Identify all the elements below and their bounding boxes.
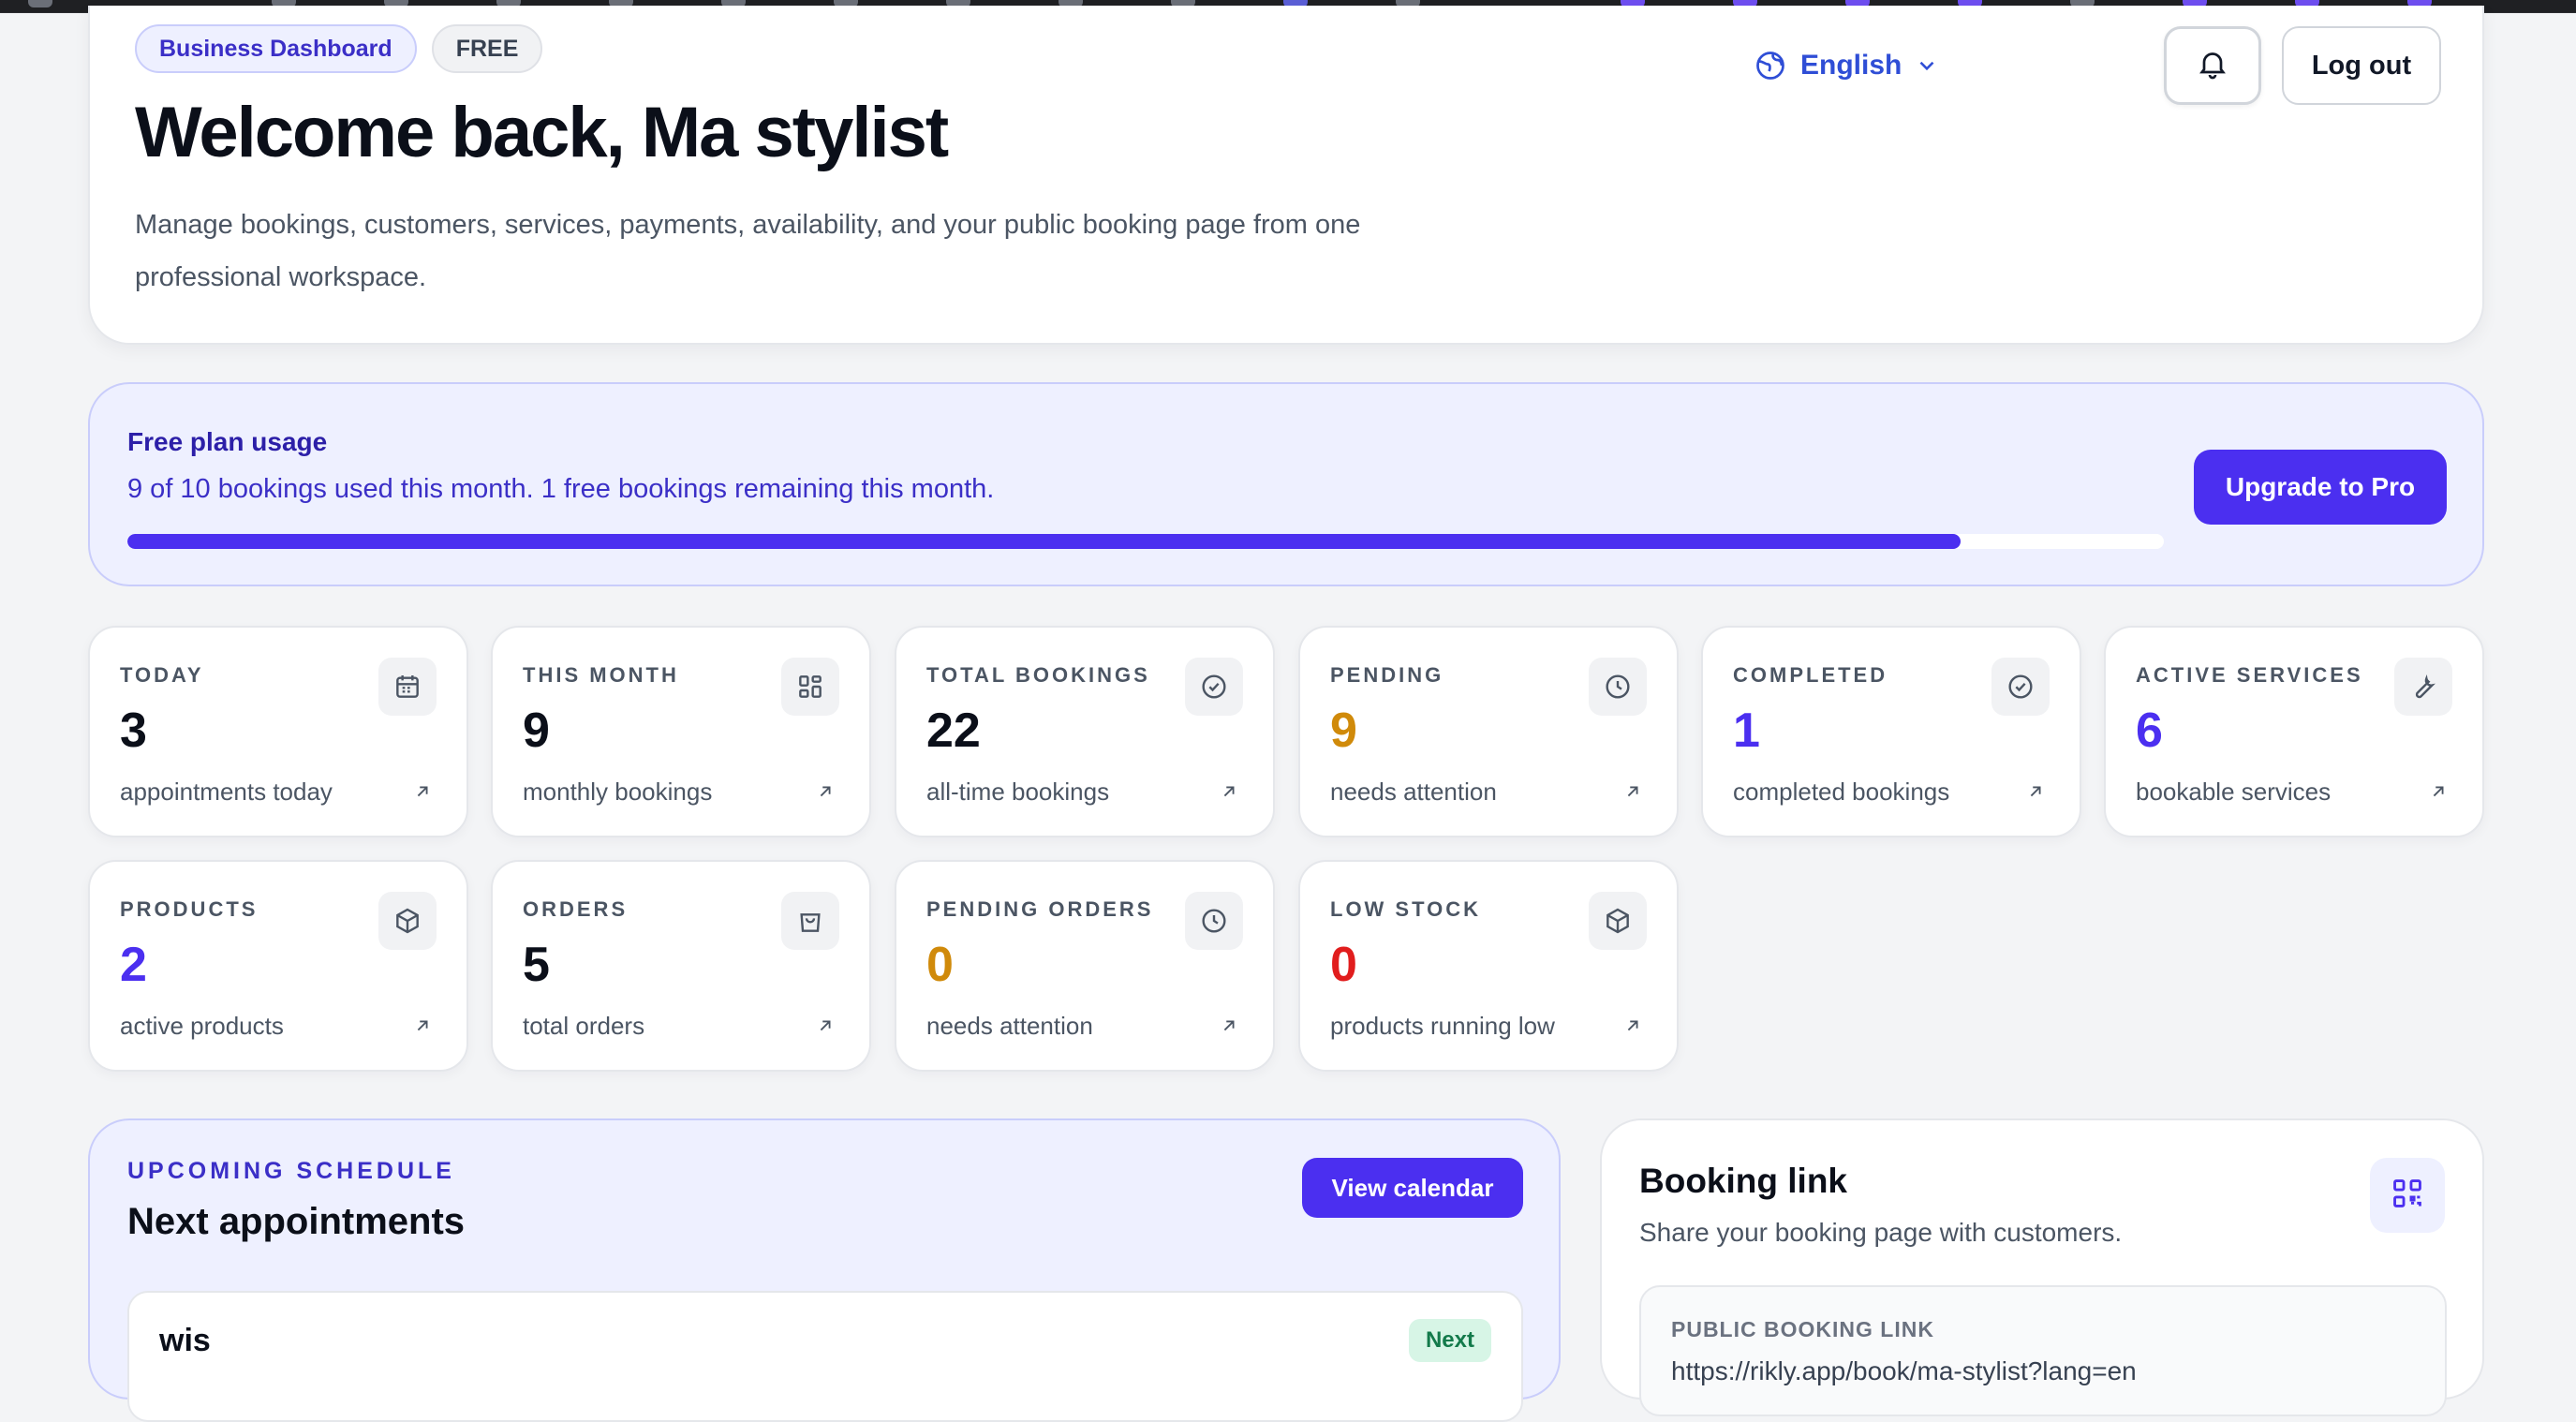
stat-card-completed[interactable]: COMPLETED 1 completed bookings bbox=[1701, 626, 2081, 837]
stat-label: ACTIVE SERVICES bbox=[2136, 663, 2363, 687]
usage-progress-fill bbox=[127, 534, 1961, 549]
bag-icon bbox=[781, 892, 839, 950]
stat-label: PRODUCTS bbox=[120, 897, 259, 921]
stat-description: all-time bookings bbox=[926, 778, 1110, 806]
public-booking-link-label: PUBLIC BOOKING LINK bbox=[1671, 1317, 1934, 1341]
wrench-icon bbox=[2394, 658, 2452, 716]
stat-card-pending-orders[interactable]: PENDING ORDERS 0 needs attention bbox=[895, 860, 1275, 1072]
stat-description: active products bbox=[120, 1012, 284, 1040]
stat-description: needs attention bbox=[926, 1012, 1093, 1040]
plan-badge: FREE bbox=[431, 24, 543, 73]
business-dashboard-badge: Business Dashboard bbox=[135, 24, 417, 73]
page-title: Welcome back, Ma stylist bbox=[135, 93, 949, 172]
stat-description: monthly bookings bbox=[523, 778, 713, 806]
arrow-up-right-icon bbox=[1622, 781, 1643, 807]
box-icon bbox=[378, 892, 437, 950]
bell-icon bbox=[2196, 47, 2229, 85]
appointment-item[interactable]: wis Next bbox=[127, 1291, 1523, 1422]
stat-label: PENDING bbox=[1330, 663, 1444, 687]
qr-code-button[interactable] bbox=[2370, 1158, 2445, 1233]
booking-link-subtitle: Share your booking page with customers. bbox=[1639, 1218, 2123, 1247]
appointment-customer-name: wis bbox=[159, 1323, 211, 1358]
stat-label: ORDERS bbox=[523, 897, 629, 921]
view-calendar-button[interactable]: View calendar bbox=[1302, 1158, 1523, 1218]
stat-value: 5 bbox=[523, 938, 550, 992]
stat-card-products[interactable]: PRODUCTS 2 active products bbox=[88, 860, 468, 1072]
upgrade-to-pro-button[interactable]: Upgrade to Pro bbox=[2194, 450, 2447, 525]
section-title: Next appointments bbox=[127, 1201, 466, 1242]
stat-value: 6 bbox=[2136, 704, 2163, 758]
stat-value: 0 bbox=[1330, 938, 1357, 992]
stat-value: 2 bbox=[120, 938, 147, 992]
arrow-up-right-icon bbox=[412, 1015, 433, 1041]
next-badge: Next bbox=[1408, 1319, 1491, 1362]
stat-label: TODAY bbox=[120, 663, 204, 687]
clock-icon bbox=[1185, 892, 1243, 950]
upcoming-schedule-card: UPCOMING SCHEDULE Next appointments View… bbox=[88, 1118, 1561, 1422]
stat-value: 3 bbox=[120, 704, 147, 758]
language-label: English bbox=[1800, 50, 1902, 81]
booking-link-title: Booking link bbox=[1639, 1162, 1847, 1200]
grid-icon bbox=[781, 658, 839, 716]
stat-label: COMPLETED bbox=[1733, 663, 1888, 687]
qr-code-icon bbox=[2390, 1176, 2425, 1216]
check-circle-icon bbox=[1185, 658, 1243, 716]
stat-description: needs attention bbox=[1330, 778, 1497, 806]
usage-progress-bar bbox=[127, 534, 2164, 549]
stat-card-orders[interactable]: ORDERS 5 total orders bbox=[491, 860, 871, 1072]
logout-button[interactable]: Log out bbox=[2282, 26, 2441, 105]
stat-card-pending[interactable]: PENDING 9 needs attention bbox=[1298, 626, 1679, 837]
stat-label: PENDING ORDERS bbox=[926, 897, 1154, 921]
badge-row: Business Dashboard FREE bbox=[135, 24, 543, 73]
calendar-icon bbox=[378, 658, 437, 716]
stat-card-total-bookings[interactable]: TOTAL BOOKINGS 22 all-time bookings bbox=[895, 626, 1275, 837]
stat-value: 1 bbox=[1733, 704, 1760, 758]
clock-icon bbox=[1589, 658, 1647, 716]
stat-description: appointments today bbox=[120, 778, 333, 806]
stat-card-low-stock[interactable]: LOW STOCK 0 products running low bbox=[1298, 860, 1679, 1072]
stat-card-this-month[interactable]: THIS MONTH 9 monthly bookings bbox=[491, 626, 871, 837]
welcome-header-card: Business Dashboard FREE Welcome back, Ma… bbox=[88, 6, 2484, 345]
public-booking-link-url[interactable]: https://rikly.app/book/ma-stylist?lang=e… bbox=[1671, 1356, 2137, 1386]
booking-link-card: Booking link Share your booking page wit… bbox=[1600, 1118, 2484, 1416]
free-plan-usage-card: Free plan usage 9 of 10 bookings used th… bbox=[88, 382, 2484, 586]
usage-text: 9 of 10 bookings used this month. 1 free… bbox=[127, 474, 995, 504]
chevron-down-icon bbox=[1915, 53, 1939, 78]
arrow-up-right-icon bbox=[815, 781, 836, 807]
arrow-up-right-icon bbox=[1219, 781, 1239, 807]
stat-description: completed bookings bbox=[1733, 778, 1950, 806]
public-booking-link-box[interactable]: PUBLIC BOOKING LINK https://rikly.app/bo… bbox=[1639, 1285, 2447, 1416]
stat-value: 9 bbox=[1330, 704, 1357, 758]
stat-card-active-services[interactable]: ACTIVE SERVICES 6 bookable services bbox=[2104, 626, 2484, 837]
arrow-up-right-icon bbox=[1622, 1015, 1643, 1041]
usage-title: Free plan usage bbox=[127, 427, 328, 456]
stat-value: 9 bbox=[523, 704, 550, 758]
check-circle-icon bbox=[1991, 658, 2050, 716]
stat-label: TOTAL BOOKINGS bbox=[926, 663, 1150, 687]
arrow-up-right-icon bbox=[2428, 781, 2449, 807]
arrow-up-right-icon bbox=[2025, 781, 2046, 807]
globe-icon bbox=[1754, 49, 1787, 82]
stat-card-today[interactable]: TODAY 3 appointments today bbox=[88, 626, 468, 837]
arrow-up-right-icon bbox=[1219, 1015, 1239, 1041]
box-icon bbox=[1589, 892, 1647, 950]
section-eyebrow: UPCOMING SCHEDULE bbox=[127, 1158, 455, 1184]
page-subtitle: Manage bookings, customers, services, pa… bbox=[135, 210, 1361, 292]
stat-description: total orders bbox=[523, 1012, 645, 1040]
stat-description: products running low bbox=[1330, 1012, 1555, 1040]
arrow-up-right-icon bbox=[412, 781, 433, 807]
stat-label: LOW STOCK bbox=[1330, 897, 1482, 921]
stat-value: 0 bbox=[926, 938, 954, 992]
language-selector[interactable]: English bbox=[1754, 49, 1939, 82]
stat-description: bookable services bbox=[2136, 778, 2332, 806]
tab-favicon[interactable] bbox=[28, 0, 52, 7]
stat-label: THIS MONTH bbox=[523, 663, 679, 687]
arrow-up-right-icon bbox=[815, 1015, 836, 1041]
stat-value: 22 bbox=[926, 704, 981, 758]
notifications-button[interactable] bbox=[2164, 26, 2261, 105]
